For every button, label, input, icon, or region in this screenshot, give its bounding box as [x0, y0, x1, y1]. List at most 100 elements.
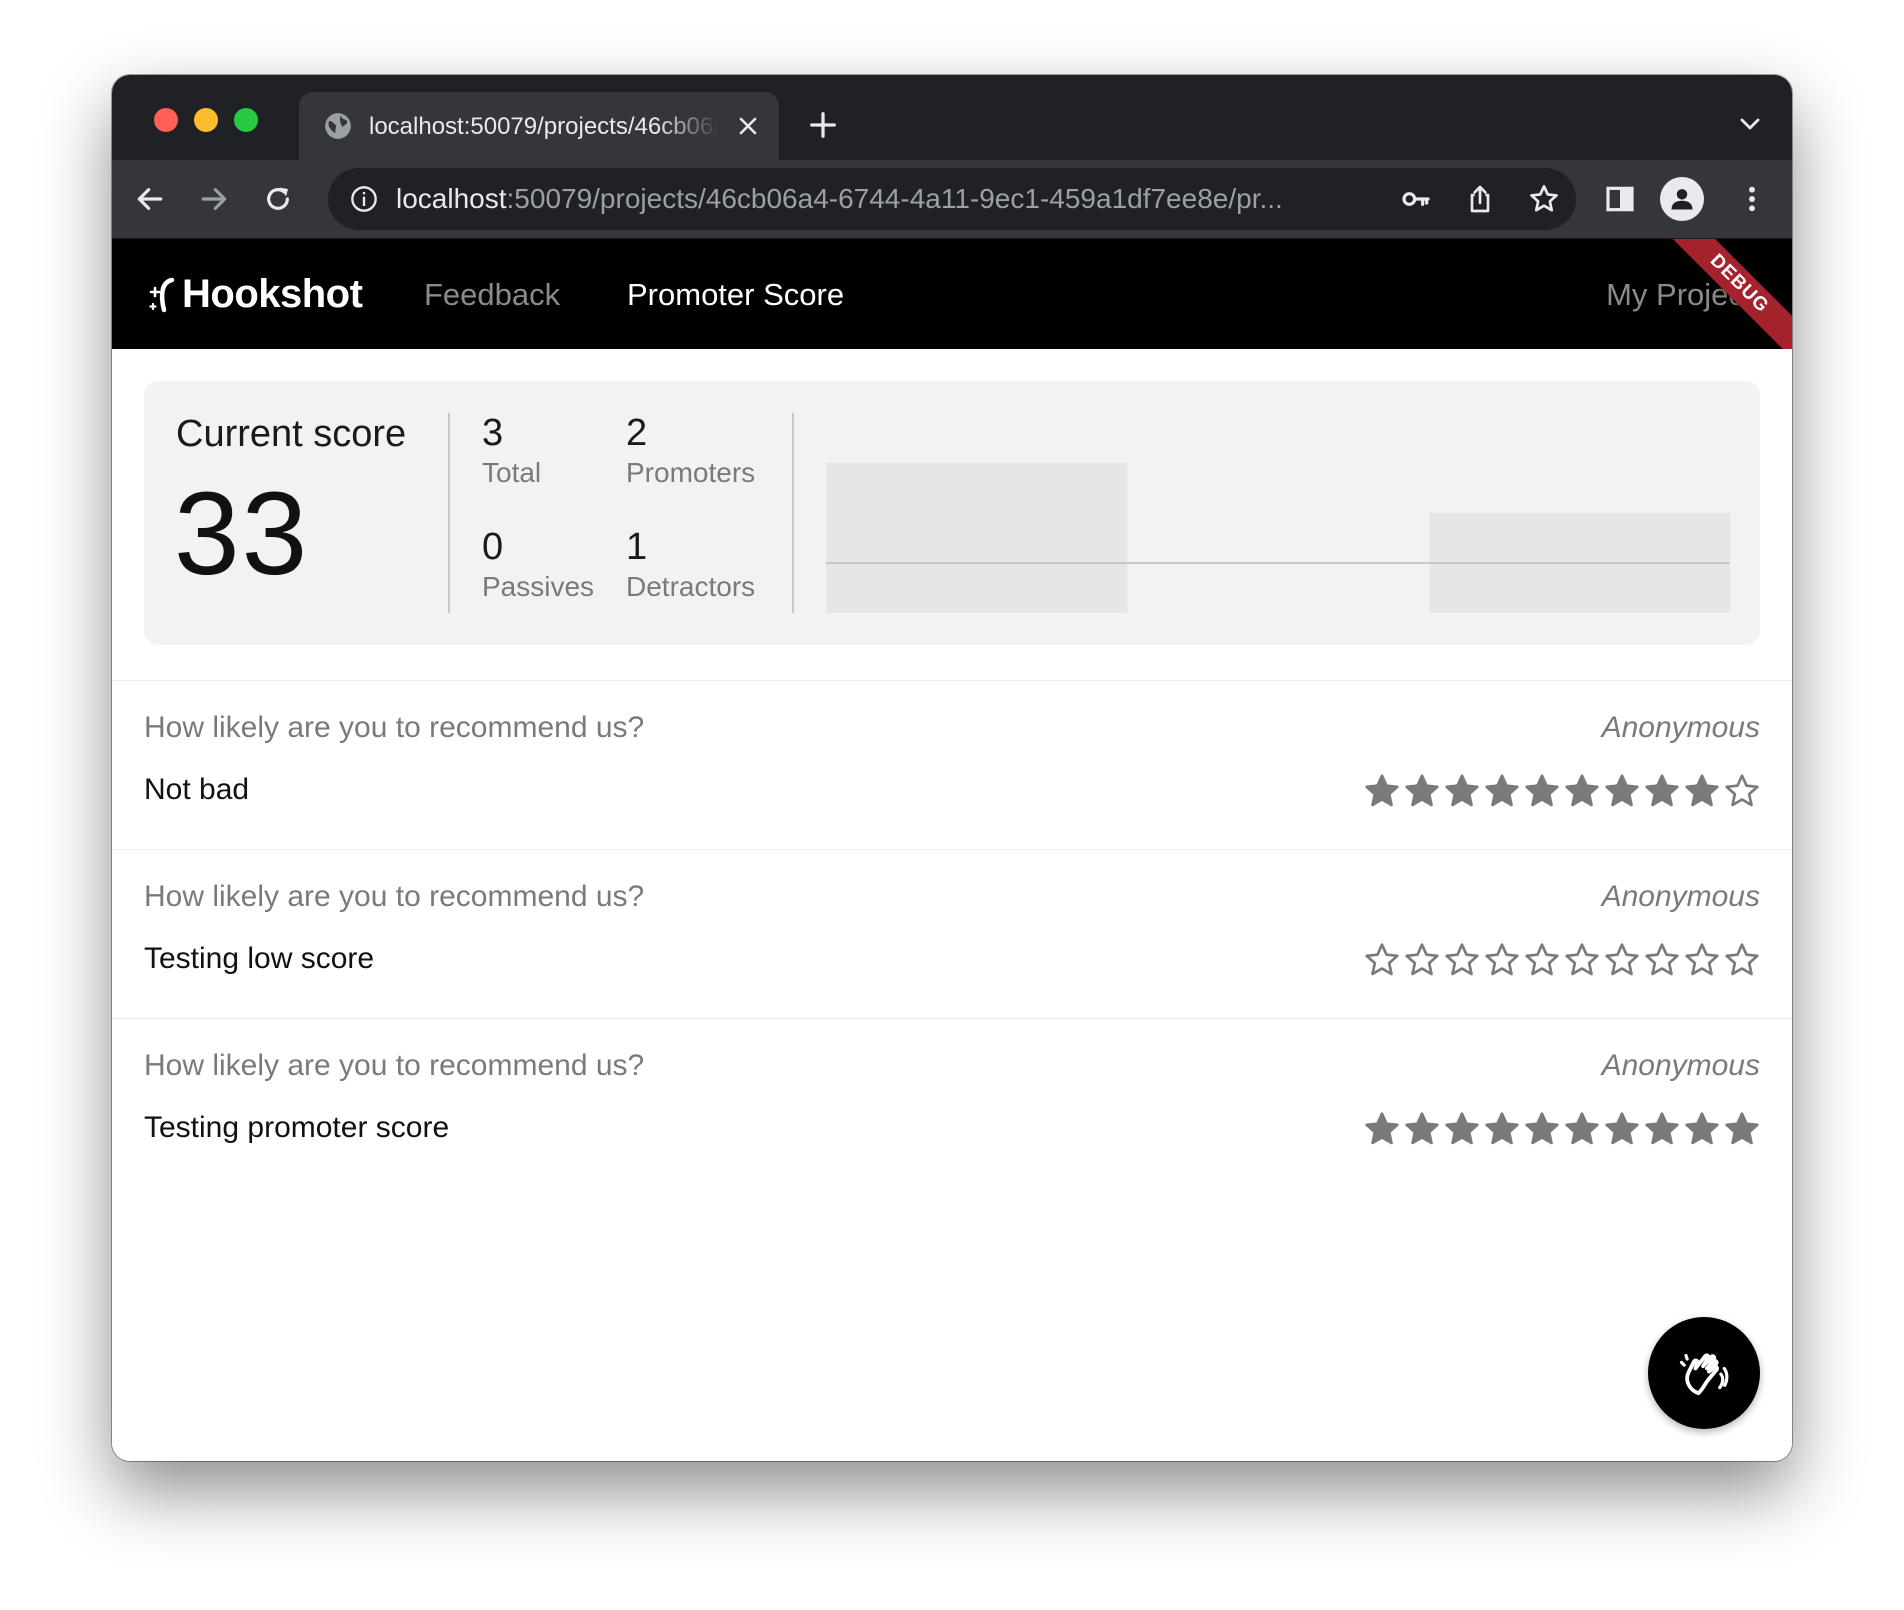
- star-filled-icon: [1445, 1112, 1479, 1145]
- star-filled-icon: [1365, 1112, 1399, 1145]
- star-outline-icon: [1525, 943, 1559, 976]
- key-icon[interactable]: [1400, 183, 1432, 215]
- star-outline-icon: [1605, 943, 1639, 976]
- url-host: localhost: [396, 183, 507, 214]
- stat-passives-label: Passives: [482, 571, 595, 602]
- response-author: Anonymous: [1601, 1049, 1760, 1082]
- address-bar[interactable]: localhost:50079/projects/46cb06a4-6744-4…: [328, 168, 1576, 230]
- stat-detractors-label: Detractors: [626, 571, 756, 602]
- app-logo[interactable]: Hookshot: [148, 271, 363, 317]
- star-rating: [1362, 940, 1762, 980]
- chevron-down-icon[interactable]: [1738, 115, 1762, 133]
- response-question: How likely are you to recommend us?: [144, 711, 645, 744]
- star-outline-icon: [1445, 943, 1479, 976]
- feedback-fab-button[interactable]: [1648, 1317, 1760, 1429]
- maximize-window-button[interactable]: [234, 108, 258, 132]
- profile-avatar[interactable]: [1660, 177, 1704, 221]
- star-outline-icon: [1405, 943, 1439, 976]
- response-item: How likely are you to recommend us? Anony…: [112, 849, 1792, 1018]
- response-text: Testing promoter score: [144, 1111, 450, 1144]
- reload-icon[interactable]: [262, 183, 294, 215]
- response-author: Anonymous: [1601, 711, 1760, 744]
- star-filled-icon: [1605, 774, 1639, 807]
- star-filled-icon: [1485, 1112, 1519, 1145]
- star-filled-icon: [1605, 1112, 1639, 1145]
- score-summary-card: Current score 33 3 Total 2 Promoters 0 P…: [144, 381, 1760, 645]
- response-author: Anonymous: [1601, 880, 1760, 913]
- clapping-hands-icon: [1679, 1353, 1729, 1396]
- side-panel-icon[interactable]: [1604, 183, 1636, 215]
- forward-arrow-icon[interactable]: [198, 183, 230, 215]
- star-filled-icon: [1485, 774, 1519, 807]
- stat-total: 3 Total: [482, 411, 541, 491]
- star-filled-icon: [1645, 774, 1679, 807]
- minimize-window-button[interactable]: [194, 108, 218, 132]
- star-filled-icon: [1525, 1112, 1559, 1145]
- star-filled-icon: [1565, 774, 1599, 807]
- score-distribution-chart: [826, 463, 1730, 613]
- stat-passives-value: 0: [482, 526, 504, 568]
- star-filled-icon: [1405, 1112, 1439, 1145]
- chart-bar: [826, 463, 1128, 613]
- stat-detractors: 1 Detractors: [626, 525, 755, 605]
- current-score-label: Current score: [176, 413, 407, 455]
- url-text[interactable]: localhost:50079/projects/46cb06a4-6744-4…: [396, 182, 1376, 216]
- person-icon: [1671, 189, 1693, 210]
- star-filled-icon: [1365, 774, 1399, 807]
- tab-strip: localhost:50079/projects/46cb06a4-6744-4…: [112, 75, 1792, 160]
- close-tab-icon[interactable]: [736, 114, 760, 138]
- star-outline-icon: [1365, 943, 1399, 976]
- browser-window: localhost:50079/projects/46cb06a4-6744-4…: [112, 75, 1792, 1461]
- app-navbar: Hookshot Feedback Promoter Score My Proj…: [112, 239, 1792, 349]
- stat-detractors-value: 1: [626, 526, 648, 568]
- share-icon[interactable]: [1464, 183, 1496, 215]
- browser-tab[interactable]: localhost:50079/projects/46cb06a4-6744-4…: [299, 92, 779, 160]
- star-outline-icon: [1565, 943, 1599, 976]
- kebab-menu-icon[interactable]: [1736, 183, 1768, 215]
- info-icon[interactable]: [350, 185, 378, 213]
- star-filled-icon: [1685, 774, 1719, 807]
- bookmark-star-icon[interactable]: [1528, 183, 1560, 215]
- star-outline-icon: [1485, 943, 1519, 976]
- nav-feedback[interactable]: Feedback: [424, 275, 560, 315]
- star-outline-icon: [1725, 943, 1759, 976]
- nav-promoter-score[interactable]: Promoter Score: [627, 275, 844, 315]
- response-item: How likely are you to recommend us? Anony…: [112, 1018, 1792, 1187]
- close-window-button[interactable]: [154, 108, 178, 132]
- star-filled-icon: [1645, 1112, 1679, 1145]
- back-arrow-icon[interactable]: [134, 183, 166, 215]
- star-outline-icon: [1645, 943, 1679, 976]
- globe-icon: [325, 113, 351, 139]
- star-outline-icon: [1725, 774, 1759, 807]
- stat-total-value: 3: [482, 412, 504, 454]
- tab-title: localhost:50079/projects/46cb06a4-6744-4…: [369, 113, 719, 140]
- response-text: Not bad: [144, 773, 250, 806]
- stat-promoters: 2 Promoters: [626, 411, 755, 491]
- main-content: Current score 33 3 Total 2 Promoters 0 P…: [112, 349, 1792, 1461]
- star-filled-icon: [1445, 774, 1479, 807]
- divider: [448, 413, 450, 613]
- new-tab-icon[interactable]: [808, 110, 838, 140]
- stat-promoters-label: Promoters: [626, 457, 756, 488]
- divider: [792, 413, 794, 613]
- response-item: How likely are you to recommend us? Anony…: [112, 680, 1792, 849]
- hookshot-logo-icon: [149, 277, 175, 313]
- stat-passives: 0 Passives: [482, 525, 594, 605]
- response-question: How likely are you to recommend us?: [144, 1049, 645, 1082]
- star-outline-icon: [1685, 943, 1719, 976]
- star-filled-icon: [1685, 1112, 1719, 1145]
- browser-toolbar: localhost:50079/projects/46cb06a4-6744-4…: [112, 160, 1792, 239]
- star-filled-icon: [1725, 1112, 1759, 1145]
- stat-promoters-value: 2: [626, 412, 648, 454]
- star-filled-icon: [1405, 774, 1439, 807]
- stat-total-label: Total: [482, 457, 542, 488]
- star-filled-icon: [1525, 774, 1559, 807]
- url-path: :50079/projects/46cb06a4-6744-4a11-9ec1-…: [506, 183, 1283, 214]
- star-filled-icon: [1565, 1112, 1599, 1145]
- response-question: How likely are you to recommend us?: [144, 880, 645, 913]
- star-rating: [1362, 1109, 1762, 1149]
- app-logo-text: Hookshot: [182, 271, 363, 316]
- star-rating: [1362, 771, 1762, 811]
- current-score-value: 33: [174, 468, 310, 600]
- response-text: Testing low score: [144, 942, 375, 975]
